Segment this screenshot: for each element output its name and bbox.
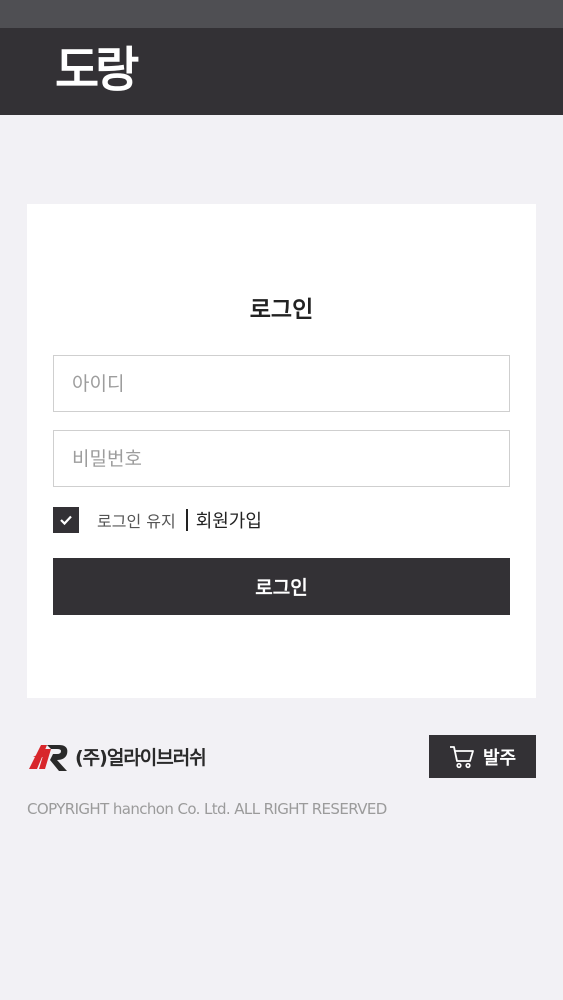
password-input[interactable] bbox=[53, 430, 510, 487]
id-input[interactable] bbox=[53, 355, 510, 412]
signup-link[interactable]: 회원가입 bbox=[196, 507, 262, 533]
app-header: 도랑 bbox=[0, 28, 563, 115]
keep-login-checkbox[interactable] bbox=[53, 507, 79, 533]
divider bbox=[185, 509, 188, 531]
status-bar bbox=[0, 0, 563, 28]
order-button[interactable]: 발주 bbox=[429, 735, 536, 778]
keep-login-row: 로그인 유지 회원가입 bbox=[53, 506, 262, 534]
cart-icon bbox=[449, 745, 474, 768]
app-logo[interactable]: 도랑 bbox=[55, 42, 139, 98]
login-card: 로그인 로그인 유지 회원가입 로그인 bbox=[27, 204, 536, 698]
company-name: (주)얼라이브러쉬 bbox=[75, 746, 207, 769]
keep-login-label[interactable]: 로그인 유지 bbox=[97, 508, 176, 532]
company-emblem-icon bbox=[29, 745, 68, 771]
copyright-text: COPYRIGHT hanchon Co. Ltd. ALL RIGHT RES… bbox=[27, 800, 387, 818]
login-button[interactable]: 로그인 bbox=[53, 558, 510, 615]
company-logo: (주)얼라이브러쉬 bbox=[27, 738, 207, 774]
page-title: 로그인 bbox=[249, 297, 314, 323]
checkmark-icon bbox=[60, 515, 72, 526]
order-button-label: 발주 bbox=[482, 747, 517, 769]
